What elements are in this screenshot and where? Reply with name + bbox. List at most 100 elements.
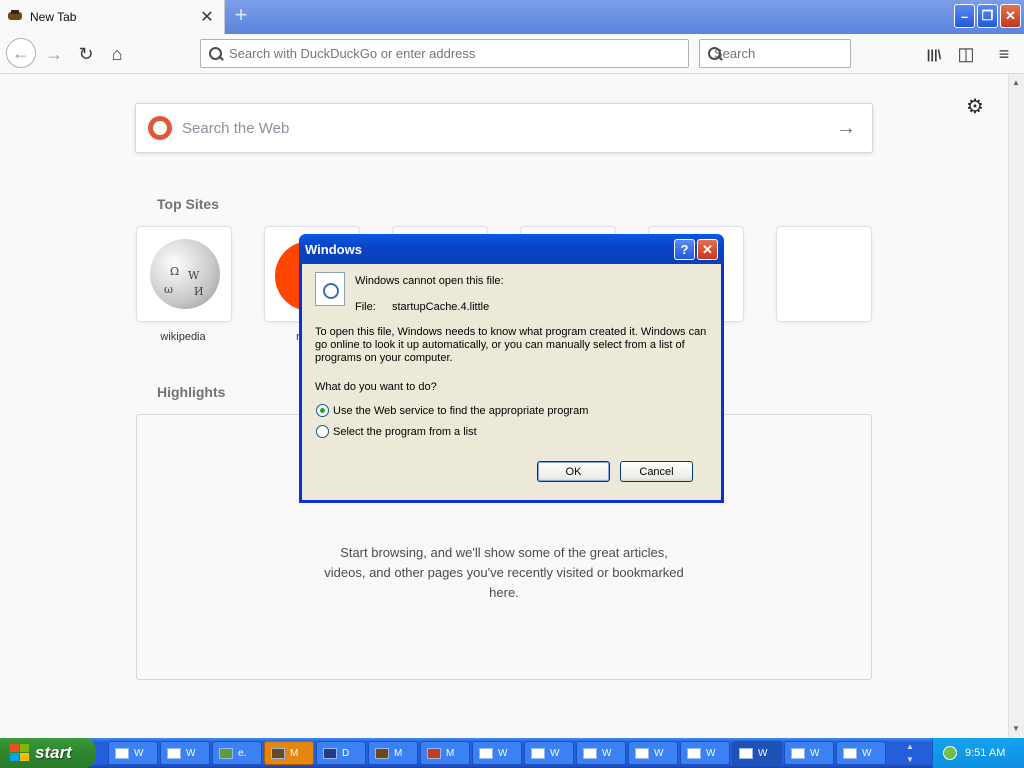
top-site-tile-empty[interactable] <box>776 226 872 322</box>
maximize-button[interactable]: ❐ <box>977 4 998 28</box>
taskbar-label: W <box>186 747 196 759</box>
top-site-tile-wikipedia[interactable]: Ω W И ω <box>136 226 232 322</box>
taskbar-label: W <box>602 747 612 759</box>
scroll-down-icon[interactable]: ▼ <box>1012 724 1020 733</box>
tab-new-tab[interactable]: New Tab ✕ <box>0 0 225 34</box>
taskbar-button[interactable]: D <box>316 741 366 765</box>
radio-button-selected[interactable] <box>316 404 329 417</box>
arrow-right-icon[interactable]: → <box>836 117 856 140</box>
taskbar-label: M <box>394 747 403 759</box>
tab-close-icon[interactable]: ✕ <box>196 7 218 27</box>
taskbar-button[interactable]: W <box>680 741 730 765</box>
taskbar-button[interactable]: W <box>472 741 522 765</box>
start-button[interactable]: start <box>0 738 96 768</box>
taskbar-label: W <box>862 747 872 759</box>
taskbar-button[interactable]: W <box>160 741 210 765</box>
cannot-open-text: Windows cannot open this file: <box>355 275 504 287</box>
taskbar-label: W <box>654 747 664 759</box>
window-icon <box>167 747 181 759</box>
taskbar-button[interactable]: W <box>836 741 886 765</box>
back-button[interactable]: ← <box>6 38 36 68</box>
taskbar-button[interactable]: W <box>524 741 574 765</box>
search-input[interactable] <box>714 46 890 61</box>
window-icon <box>531 747 545 759</box>
dialog-titlebar[interactable]: Windows ? ✕ <box>299 234 724 264</box>
taskbar-button[interactable]: M <box>368 741 418 765</box>
taskbar-label: W <box>550 747 560 759</box>
cancel-button[interactable]: Cancel <box>620 461 693 482</box>
web-search-box[interactable]: Search the Web → <box>135 103 873 153</box>
taskbar-button[interactable]: W <box>628 741 678 765</box>
taskbar-label: D <box>342 747 350 759</box>
taskbar-button[interactable]: e. <box>212 741 262 765</box>
top-site-label: wikipedia <box>160 331 206 343</box>
option-label: Use the Web service to find the appropri… <box>333 404 589 417</box>
app-icon <box>427 747 441 759</box>
address-input[interactable] <box>229 46 688 61</box>
window-icon <box>479 747 493 759</box>
forward-button[interactable]: → <box>40 40 68 68</box>
taskbar-button[interactable]: W <box>784 741 834 765</box>
window-icon <box>583 747 597 759</box>
option-select-from-list[interactable]: Select the program from a list <box>316 425 477 438</box>
vertical-scrollbar[interactable]: ▲ ▼ <box>1008 74 1024 738</box>
taskbar-label: W <box>134 747 144 759</box>
new-tab-button[interactable]: + <box>228 4 254 28</box>
search-icon <box>209 46 223 61</box>
windows-open-with-dialog: Windows ? ✕ Windows cannot open this fil… <box>299 234 724 503</box>
web-search-placeholder: Search the Web <box>182 119 290 137</box>
system-tray: 9:51 AM <box>932 738 1024 768</box>
highlights-empty-message: Start browsing, and we'll show some of t… <box>324 545 684 600</box>
file-search-icon <box>315 272 345 306</box>
duckduckgo-logo-icon <box>148 116 172 140</box>
taskbar-button[interactable]: W <box>108 741 158 765</box>
top-sites-title: Top Sites <box>157 196 219 212</box>
home-button[interactable]: ⌂ <box>103 40 131 68</box>
menu-icon[interactable]: ≡ <box>990 40 1018 68</box>
file-label: File: <box>355 301 376 313</box>
taskbar-label: M <box>290 747 299 759</box>
window-icon <box>843 747 857 759</box>
taskbar-label: W <box>706 747 716 759</box>
window-icon <box>739 747 753 759</box>
library-icon[interactable]: |||\ <box>920 40 948 68</box>
tab-favicon-icon <box>8 10 24 24</box>
window-close-button[interactable]: ✕ <box>1000 4 1021 28</box>
option-web-service[interactable]: Use the Web service to find the appropri… <box>316 404 588 417</box>
tab-title: New Tab <box>30 10 77 24</box>
navigation-toolbar: ← → ↻ ⌂ |||\ ◫ ≡ <box>0 34 1024 74</box>
windows-logo-icon <box>10 744 30 762</box>
reload-button[interactable]: ↻ <box>72 40 100 68</box>
taskbar-button-active[interactable]: M <box>264 741 314 765</box>
help-button[interactable]: ? <box>674 239 695 260</box>
scroll-up-icon[interactable]: ▲ <box>1012 78 1020 87</box>
image-icon <box>219 747 233 759</box>
app-icon <box>375 747 389 759</box>
minimize-button[interactable]: – <box>954 4 975 28</box>
window-icon <box>635 747 649 759</box>
option-label: Select the program from a list <box>333 425 477 438</box>
question-text: What do you want to do? <box>315 381 437 393</box>
highlights-title: Highlights <box>157 384 226 400</box>
dialog-close-button[interactable]: ✕ <box>697 239 718 260</box>
ok-button[interactable]: OK <box>537 461 610 482</box>
taskbar-button[interactable]: W <box>576 741 626 765</box>
taskbar: start W W e. M D M M W W W W W W W W ▲ ▼ … <box>0 738 1024 768</box>
address-bar[interactable] <box>200 39 689 68</box>
taskbar-label: e. <box>238 747 247 759</box>
network-icon[interactable] <box>943 746 957 760</box>
explanation-text: To open this file, Windows needs to know… <box>315 326 707 364</box>
search-bar[interactable] <box>699 39 890 68</box>
taskbar-scroll-icon[interactable]: ▲ ▼ <box>903 740 917 766</box>
taskbar-label: W <box>758 747 768 759</box>
wikipedia-globe-icon: Ω W И ω <box>150 239 220 309</box>
taskbar-button[interactable]: W <box>732 741 782 765</box>
clock[interactable]: 9:51 AM <box>965 747 1005 759</box>
settings-gear-icon[interactable]: ⚙ <box>966 94 984 119</box>
app-icon <box>323 747 337 759</box>
window-icon <box>687 747 701 759</box>
window-icon <box>115 747 129 759</box>
taskbar-button[interactable]: M <box>420 741 470 765</box>
radio-button[interactable] <box>316 425 329 438</box>
sidebar-icon[interactable]: ◫ <box>952 40 980 68</box>
